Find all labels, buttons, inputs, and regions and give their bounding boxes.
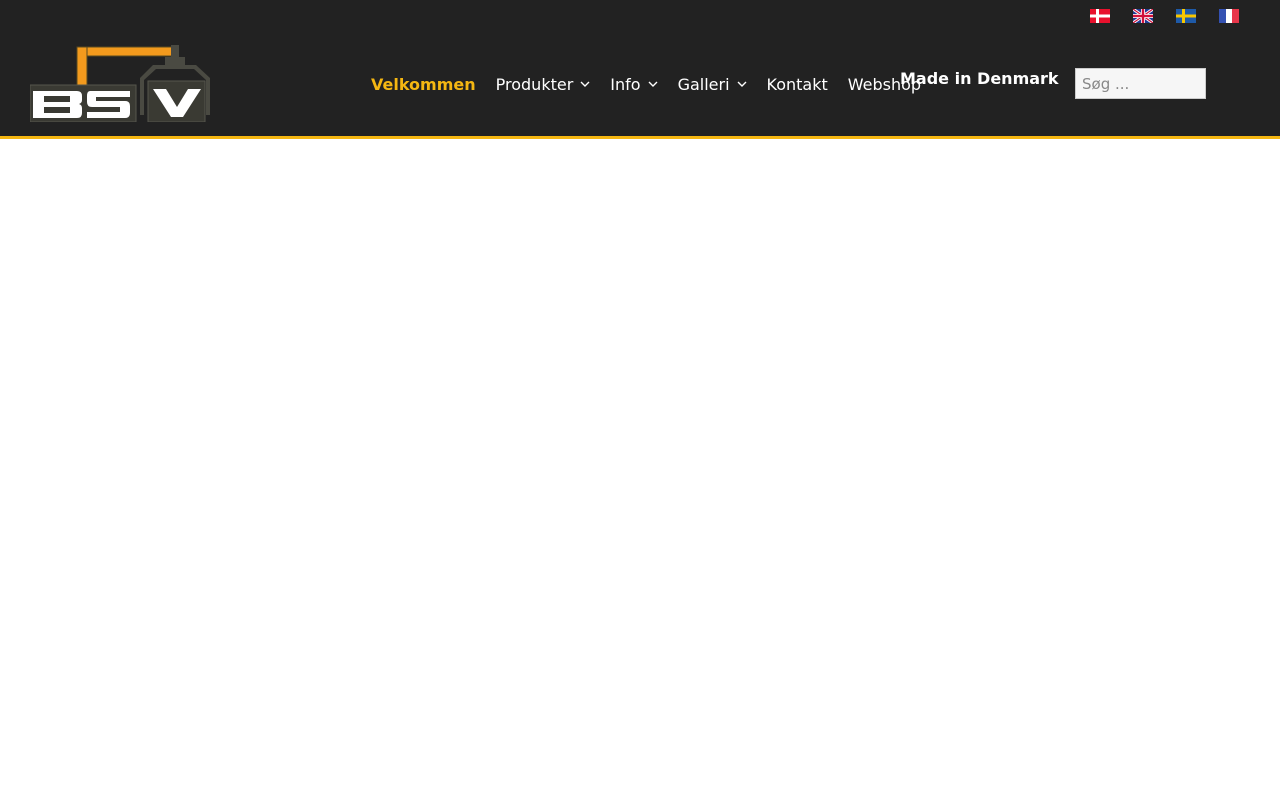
nav-item-kontakt[interactable]: Kontakt (767, 75, 828, 94)
sweden-flag-icon[interactable] (1176, 9, 1196, 23)
chevron-down-icon (580, 81, 590, 87)
nav-item-label: Velkommen (371, 74, 476, 94)
language-switcher (1090, 9, 1239, 23)
nav-item-label: Produkter (495, 74, 574, 94)
made-in-denmark-tagline: Made in Denmark (900, 69, 1059, 88)
site-header: Velkommen Produkter Info Galleri Kontakt… (0, 0, 1280, 139)
chevron-down-icon (737, 81, 747, 87)
chevron-down-icon (648, 81, 658, 87)
nav-item-galleri[interactable]: Galleri (678, 75, 747, 94)
main-content-area (0, 139, 1280, 800)
nav-item-label: Galleri (677, 74, 730, 94)
nav-item-info[interactable]: Info (610, 74, 658, 94)
nav-item-velkommen[interactable]: Velkommen (371, 75, 476, 94)
uk-flag-icon[interactable] (1133, 9, 1153, 23)
france-flag-icon[interactable] (1219, 9, 1239, 23)
nav-item-label: Info (610, 74, 641, 94)
search-input[interactable] (1075, 68, 1206, 99)
denmark-flag-icon[interactable] (1090, 9, 1110, 23)
main-navigation: Velkommen Produkter Info Galleri Kontakt… (371, 73, 941, 95)
bsv-logo[interactable] (30, 45, 211, 122)
nav-item-produkter[interactable]: Produkter (496, 75, 591, 94)
nav-item-label: Kontakt (766, 74, 828, 94)
